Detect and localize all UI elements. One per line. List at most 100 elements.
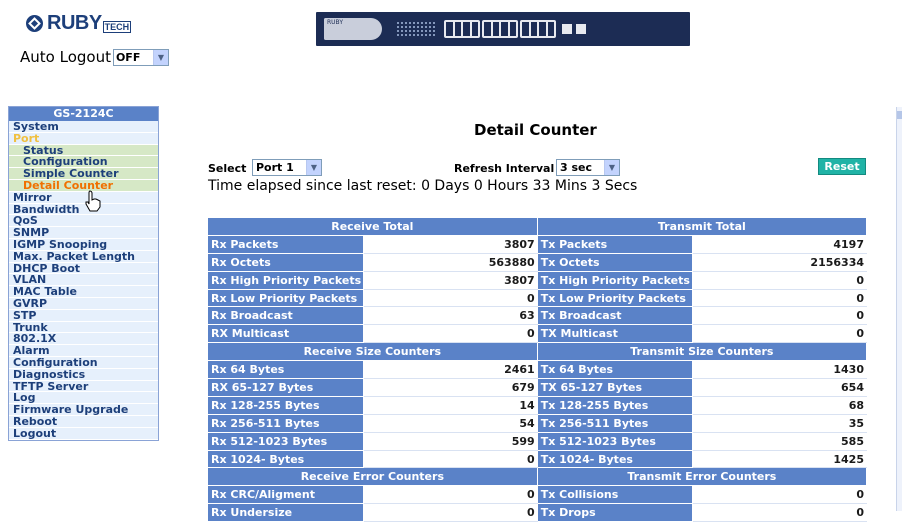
table-row: Rx Broadcast 63 Tx Broadcast 0	[206, 306, 868, 326]
tx-counter-label: Tx Low Priority Packets	[536, 288, 693, 308]
logo-text: RUBY	[47, 12, 102, 34]
chevron-down-icon[interactable]: ▼	[604, 160, 619, 175]
tx-counter-label: Tx 256-511 Bytes	[536, 413, 693, 433]
refresh-interval-label: Refresh Interval	[454, 162, 555, 175]
rx-counter-value: 2461	[363, 360, 538, 380]
table-row: Rx 512-1023 Bytes 599 Tx 512-1023 Bytes 585	[206, 431, 868, 451]
counter-controls: Select Port 1 ▼ Refresh Interval 3 sec ▼…	[208, 158, 866, 179]
table-row: Rx 128-255 Bytes 14 Tx 128-255 Bytes 68	[206, 395, 868, 415]
reset-button[interactable]: Reset	[818, 158, 866, 175]
rx-counter-label: Rx High Priority Packets	[206, 270, 365, 290]
sidebar-item-gvrp[interactable]: GVRP	[9, 298, 158, 310]
rx-counter-label: Rx 128-255 Bytes	[206, 395, 365, 415]
rx-counter-label: Rx Low Priority Packets	[206, 288, 365, 308]
tx-counter-label: Tx Collisions	[536, 485, 693, 505]
switch-front-panel-image: RUBY	[316, 12, 690, 46]
section-header-right: Transmit Size Counters	[536, 342, 868, 362]
tx-counter-value: 1425	[691, 449, 868, 469]
auto-logout-select[interactable]: OFF ▼	[112, 48, 169, 66]
sidebar-item-diagnostics[interactable]: Diagnostics	[9, 369, 158, 381]
tx-counter-label: Tx 128-255 Bytes	[536, 395, 693, 415]
port-select[interactable]: Port 1 ▼	[252, 159, 322, 176]
tx-counter-value: 0	[691, 306, 868, 326]
logo-icon	[26, 15, 43, 32]
section-header-row: Receive Size Counters Transmit Size Count…	[207, 342, 868, 362]
rx-counter-value: 0	[363, 485, 538, 505]
port-select-value: Port 1	[256, 161, 294, 174]
counter-table: Receive Total Transmit Total Rx Packets 380…	[206, 217, 868, 522]
rx-counter-value: 0	[363, 324, 538, 344]
auto-logout: Auto Logout OFF ▼	[20, 48, 169, 66]
sidebar-item-configuration[interactable]: Configuration	[9, 357, 158, 369]
elapsed-time: Time elapsed since last reset: 0 Days 0 …	[208, 178, 638, 194]
rx-counter-value: 679	[363, 378, 538, 397]
sidebar-item-reboot[interactable]: Reboot	[9, 416, 158, 428]
tx-counter-value: 0	[691, 485, 868, 505]
sidebar-item-stp[interactable]: STP	[9, 310, 158, 322]
logo-sub: TECH	[102, 20, 132, 33]
chevron-down-icon[interactable]: ▼	[152, 49, 168, 65]
port-block	[482, 20, 518, 38]
sfp-port	[562, 24, 572, 34]
refresh-interval-select[interactable]: 3 sec ▼	[556, 159, 620, 176]
rx-counter-value: 563880	[363, 252, 538, 272]
section-header-row: Receive Error Counters Transmit Error Cou…	[207, 467, 868, 487]
tx-counter-value: 654	[691, 378, 868, 397]
tx-counter-label: TX 65-127 Bytes	[536, 378, 693, 397]
rx-counter-label: Rx Packets	[206, 234, 365, 254]
rx-counter-label: Rx Octets	[206, 252, 365, 272]
sidebar-item-port[interactable]: Port	[9, 133, 158, 145]
tx-counter-label: Tx 512-1023 Bytes	[536, 431, 693, 451]
table-row: Rx 1024- Bytes 0 Tx 1024- Bytes 1425	[206, 449, 868, 469]
table-row: Rx Low Priority Packets 0 Tx Low Priority …	[206, 288, 868, 308]
refresh-interval-value: 3 sec	[560, 161, 593, 174]
sidebar-title: GS-2124C	[9, 107, 158, 121]
sidebar-item-mirror[interactable]: Mirror	[9, 192, 158, 204]
tx-counter-label: Tx Drops	[536, 503, 693, 522]
tx-counter-value: 2156334	[691, 252, 868, 272]
table-row: RX Multicast 0 TX Multicast 0	[206, 324, 868, 344]
table-row: Rx Octets 563880 Tx Octets 2156334	[206, 252, 868, 272]
tx-counter-value: 0	[691, 324, 868, 344]
port-block	[444, 20, 480, 38]
sfp-port	[576, 24, 586, 34]
tx-counter-value: 4197	[691, 234, 868, 254]
sidebar-item-igmp-snooping[interactable]: IGMP Snooping	[9, 239, 158, 251]
section-header-left: Receive Size Counters	[207, 342, 538, 362]
scrollbar-thumb[interactable]	[897, 111, 902, 119]
page-title: Detail Counter	[474, 121, 597, 139]
sidebar-item-max-packet-length[interactable]: Max. Packet Length	[9, 251, 158, 263]
tx-counter-label: Tx Packets	[536, 234, 693, 254]
ruby-logo: RUBY TECH	[26, 12, 132, 35]
table-row: Rx 256-511 Bytes 54 Tx 256-511 Bytes 35	[206, 413, 868, 433]
table-row: Rx CRC/Aligment 0 Tx Collisions 0	[206, 485, 868, 505]
rx-counter-label: Rx 64 Bytes	[206, 360, 365, 380]
tx-counter-label: Tx High Priority Packets	[536, 270, 693, 290]
tx-counter-value: 0	[691, 270, 868, 290]
rx-counter-value: 3807	[363, 270, 538, 290]
chevron-down-icon[interactable]: ▼	[306, 160, 321, 175]
rx-counter-label: Rx Undersize	[206, 503, 365, 522]
rx-counter-value: 599	[363, 431, 538, 451]
rx-counter-label: Rx CRC/Aligment	[206, 485, 365, 505]
rx-counter-label: Rx 1024- Bytes	[206, 449, 365, 469]
section-header-row: Receive Total Transmit Total	[207, 217, 868, 236]
rx-counter-label: RX 65-127 Bytes	[206, 378, 365, 397]
sidebar-menu: GS-2124C System Port Status Configuration Si…	[8, 106, 159, 441]
tx-counter-label: Tx Broadcast	[536, 306, 693, 326]
port-block	[520, 20, 556, 38]
rx-counter-value: 63	[363, 306, 538, 326]
rx-counter-value: 0	[363, 288, 538, 308]
switch-ports	[444, 20, 556, 38]
rx-counter-label: Rx 256-511 Bytes	[206, 413, 365, 433]
switch-brand: RUBY	[327, 19, 344, 26]
sidebar-item-detail-counter[interactable]: Detail Counter	[9, 180, 158, 192]
switch-led-grid	[396, 21, 436, 37]
tx-counter-value: 35	[691, 413, 868, 433]
rx-counter-value: 0	[363, 449, 538, 469]
rx-counter-label: Rx Broadcast	[206, 306, 365, 326]
select-label: Select	[208, 162, 247, 175]
vertical-scrollbar[interactable]	[896, 107, 902, 511]
auto-logout-label: Auto Logout	[20, 48, 111, 66]
sidebar-item-logout[interactable]: Logout	[9, 428, 158, 440]
